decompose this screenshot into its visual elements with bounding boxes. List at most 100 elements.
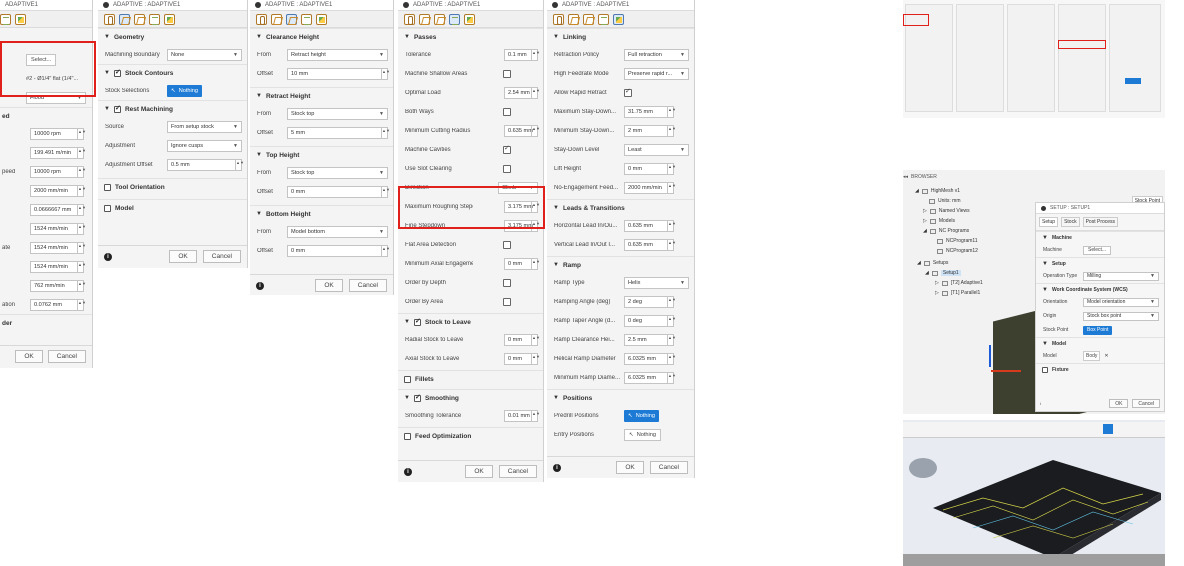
spinner-icon[interactable]: ▲▼ <box>531 410 540 421</box>
spinner-icon[interactable]: ▲▼ <box>381 68 390 79</box>
ok-button[interactable]: OK <box>169 250 197 263</box>
tab-linking-icon[interactable] <box>464 13 475 25</box>
tab-setup[interactable]: Setup <box>1039 217 1059 227</box>
section-positions[interactable]: ▼ Positions <box>547 389 694 406</box>
feed-input[interactable]: 10000 rpm ▲▼ <box>30 127 86 140</box>
spinner-icon[interactable]: ▲▼ <box>381 127 390 138</box>
tab-tool-icon[interactable] <box>553 13 564 25</box>
ramp-type-select[interactable]: Helix ▼ <box>624 276 689 289</box>
order-section-fragment[interactable]: der <box>0 314 92 331</box>
spinner-icon[interactable]: ▲▼ <box>667 163 676 174</box>
spinner-icon[interactable]: ▲▼ <box>77 280 86 291</box>
collapse-arrow-icon[interactable]: ◂◂ <box>903 174 908 180</box>
feed-speed-section-fragment[interactable]: ed <box>0 107 92 124</box>
machine-cavities-checkbox[interactable] <box>503 144 511 154</box>
ramp-angle-input[interactable]: 2 deg ▲▼ <box>624 295 676 308</box>
expand-icon[interactable]: ▷ <box>923 208 927 214</box>
machine-shallow-checkbox[interactable] <box>503 69 511 78</box>
order-by-area-checkbox[interactable] <box>503 297 511 306</box>
radial-stock-input[interactable]: 0 mm ▲▼ <box>504 333 540 346</box>
section-clearance-height[interactable]: ▼ Clearance Height <box>250 28 393 45</box>
helical-diameter-input[interactable]: 6.0325 mm ▲▼ <box>624 352 676 365</box>
spinner-icon[interactable]: ▲▼ <box>77 242 86 253</box>
feed-input[interactable]: 0.0762 mm ▲▼ <box>30 298 86 311</box>
spinner-icon[interactable]: ▲▼ <box>667 220 676 231</box>
ok-button[interactable]: OK <box>15 350 43 363</box>
retract-from-select[interactable]: Stock top ▼ <box>287 107 388 120</box>
tree-nc1[interactable]: NCProgram11 <box>937 238 978 244</box>
entry-positions-button[interactable]: ↖ Nothing <box>624 428 661 441</box>
tolerance-input[interactable]: 0.1 mm ▲▼ <box>504 48 540 61</box>
tab-passes-icon[interactable] <box>301 13 312 25</box>
info-icon[interactable]: i <box>104 252 112 261</box>
feed-input[interactable]: 1524 mm/min ▲▼ <box>30 241 86 254</box>
tree-setups[interactable]: ◢ Setups <box>917 260 948 266</box>
section-retract-height[interactable]: ▼ Retract Height <box>250 87 393 104</box>
tab-passes-icon[interactable] <box>449 13 460 25</box>
feed-input[interactable]: 762 mm/min ▲▼ <box>30 279 86 292</box>
op-type-select[interactable]: Milling ▼ <box>1083 271 1159 281</box>
no-engagement-feed-input[interactable]: 2000 mm/min ▲▼ <box>624 181 676 194</box>
min-staydown-input[interactable]: 2 mm ▲▼ <box>624 124 676 137</box>
spinner-icon[interactable]: ▲▼ <box>667 106 676 117</box>
ramp-taper-input[interactable]: 0 deg ▲▼ <box>624 314 676 327</box>
bottom-from-select[interactable]: Model bottom ▼ <box>287 225 388 238</box>
spinner-icon[interactable]: ▲▼ <box>531 353 540 364</box>
top-offset-input[interactable]: 0 mm ▲▼ <box>287 185 390 198</box>
clearance-from-select[interactable]: Retract height ▼ <box>287 48 388 61</box>
spinner-icon[interactable]: ▲▼ <box>531 49 540 60</box>
retract-offset-input[interactable]: 5 mm ▲▼ <box>287 126 390 139</box>
section-wcs[interactable]: ▼ Work Coordinate System (WCS) <box>1036 283 1164 295</box>
section-passes[interactable]: ▼ Passes <box>398 28 543 45</box>
cancel-button[interactable]: Cancel <box>47 350 86 363</box>
spinner-icon[interactable]: ▲▼ <box>531 125 540 136</box>
section-stock-contours[interactable]: ▼ Stock Contours <box>98 64 247 81</box>
tab-geometry-icon[interactable] <box>419 13 430 25</box>
predrill-button[interactable]: ↖ Nothing <box>624 409 659 422</box>
model-checkbox[interactable] <box>104 204 111 212</box>
cancel-button[interactable]: Cancel <box>202 250 241 263</box>
orientation-select[interactable]: Model orientation ▼ <box>1083 297 1159 307</box>
origin-select[interactable]: Stock box point ▼ <box>1083 311 1159 321</box>
section-fillets[interactable]: Fillets <box>398 370 543 387</box>
high-feedrate-select[interactable]: Preserve rapid r... ▼ <box>624 67 689 80</box>
tab-tool-icon[interactable] <box>104 13 115 25</box>
spinner-icon[interactable]: ▲▼ <box>531 334 540 345</box>
tree-units[interactable]: Units: mm <box>929 198 961 204</box>
feed-input[interactable]: 1524 mm/min ▲▼ <box>30 260 86 273</box>
min-axial-input[interactable]: 0 mm ▲▼ <box>504 257 540 270</box>
cancel-button[interactable]: Cancel <box>498 465 537 478</box>
ramp-clearance-input[interactable]: 2.5 mm ▲▼ <box>624 333 676 346</box>
ok-button[interactable]: OK <box>616 461 644 474</box>
cancel-button[interactable]: Cancel <box>1132 399 1160 408</box>
section-smoothing[interactable]: ▼ Smoothing <box>398 389 543 406</box>
tab-post-process[interactable]: Post Process <box>1082 217 1119 227</box>
tab-linking-icon[interactable] <box>316 13 327 25</box>
axial-stock-input[interactable]: 0 mm ▲▼ <box>504 352 540 365</box>
tree-nc2[interactable]: NCProgram12 <box>937 248 978 254</box>
feed-input[interactable]: 1524 mm/min ▲▼ <box>30 222 86 235</box>
stock-contours-checkbox[interactable] <box>113 68 121 77</box>
tab-heights-icon[interactable] <box>583 13 594 25</box>
spinner-icon[interactable]: ▲▼ <box>77 128 86 139</box>
spinner-icon[interactable]: ▲▼ <box>381 186 390 197</box>
tab-passes-icon[interactable] <box>149 13 160 25</box>
model-body-chip[interactable]: Body <box>1083 351 1101 361</box>
ok-button[interactable]: OK <box>1109 399 1129 408</box>
info-icon[interactable]: i <box>553 463 561 472</box>
min-cutting-radius-input[interactable]: 0.635 mm ▲▼ <box>504 124 540 137</box>
section-machine[interactable]: ▼ Machine <box>1036 231 1164 243</box>
tab-linking-icon[interactable] <box>15 13 26 25</box>
expand-icon[interactable]: ◢ <box>917 260 921 266</box>
section-geometry[interactable]: ▼ Geometry <box>98 28 247 45</box>
spinner-icon[interactable]: ▲▼ <box>667 315 676 326</box>
tool-orientation-checkbox[interactable] <box>104 183 111 191</box>
bottom-offset-input[interactable]: 0 mm ▲▼ <box>287 244 390 257</box>
section-fixture[interactable]: Fixture <box>1036 363 1164 375</box>
staydown-level-select[interactable]: Least ▼ <box>624 143 689 156</box>
top-from-select[interactable]: Stock top ▼ <box>287 166 388 179</box>
tab-passes-icon[interactable] <box>598 13 609 25</box>
close-icon[interactable]: ✕ <box>1104 353 1108 359</box>
expand-icon[interactable]: ◢ <box>923 228 927 234</box>
section-tool-orientation[interactable]: Tool Orientation <box>98 178 247 195</box>
